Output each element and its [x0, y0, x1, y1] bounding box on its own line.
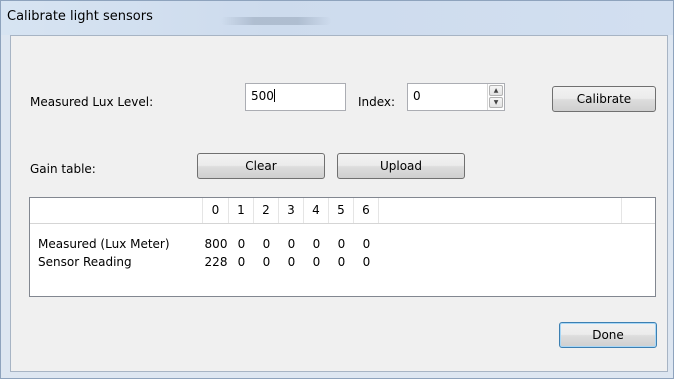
table-cell: 228: [204, 255, 228, 269]
spin-down-arrow-icon[interactable]: ▼: [489, 97, 503, 108]
table-row[interactable]: Measured (Lux Meter) 800 0 0 0 0 0 0: [30, 235, 655, 253]
row-label: Sensor Reading: [38, 255, 132, 269]
table-cell: 0: [287, 255, 296, 269]
done-button[interactable]: Done: [559, 322, 657, 348]
header-cell-3[interactable]: 3: [279, 198, 304, 223]
table-cell: 0: [312, 255, 321, 269]
table-cell: 0: [237, 255, 246, 269]
clear-button[interactable]: Clear: [197, 153, 325, 179]
header-cell-2[interactable]: 2: [254, 198, 279, 223]
index-label: Index:: [358, 95, 396, 109]
index-value: 0: [413, 89, 421, 103]
lux-level-label: Measured Lux Level:: [30, 95, 154, 109]
text-caret: [273, 89, 275, 102]
header-cell-5[interactable]: 5: [329, 198, 354, 223]
table-cell: 0: [312, 237, 321, 251]
table-cell: 0: [287, 237, 296, 251]
header-cell-filler: [379, 198, 622, 223]
header-cell-corner: [30, 198, 203, 223]
header-cell-6[interactable]: 6: [354, 198, 379, 223]
header-cell-4[interactable]: 4: [304, 198, 329, 223]
lux-level-value: 500: [251, 89, 274, 103]
table-cell: 0: [362, 237, 371, 251]
lux-level-input[interactable]: 500: [245, 83, 346, 111]
gain-table-label: Gain table:: [30, 162, 96, 176]
index-spinner: ▲ ▼: [487, 84, 504, 110]
gain-table[interactable]: 0 1 2 3 4 5 6 Measured (Lux Meter) 800 0…: [29, 197, 656, 297]
title-bar-blur: [221, 17, 331, 25]
table-cell: 0: [337, 255, 346, 269]
table-cell: 0: [262, 237, 271, 251]
gain-table-header: 0 1 2 3 4 5 6: [30, 198, 655, 224]
row-label: Measured (Lux Meter): [38, 237, 170, 251]
calibrate-button[interactable]: Calibrate: [552, 86, 656, 112]
table-cell: 0: [262, 255, 271, 269]
dialog-window: Calibrate light sensors Measured Lux Lev…: [0, 0, 674, 379]
header-cell-1[interactable]: 1: [229, 198, 254, 223]
table-row[interactable]: Sensor Reading 228 0 0 0 0 0 0: [30, 253, 655, 271]
table-cell: 0: [337, 237, 346, 251]
table-cell: 0: [362, 255, 371, 269]
window-title: Calibrate light sensors: [7, 9, 153, 24]
table-cell: 800: [204, 237, 228, 251]
table-cell: 0: [237, 237, 246, 251]
spin-up-arrow-icon[interactable]: ▲: [489, 85, 503, 96]
header-cell-0[interactable]: 0: [203, 198, 229, 223]
title-bar[interactable]: Calibrate light sensors: [1, 1, 673, 35]
upload-button[interactable]: Upload: [337, 153, 465, 179]
